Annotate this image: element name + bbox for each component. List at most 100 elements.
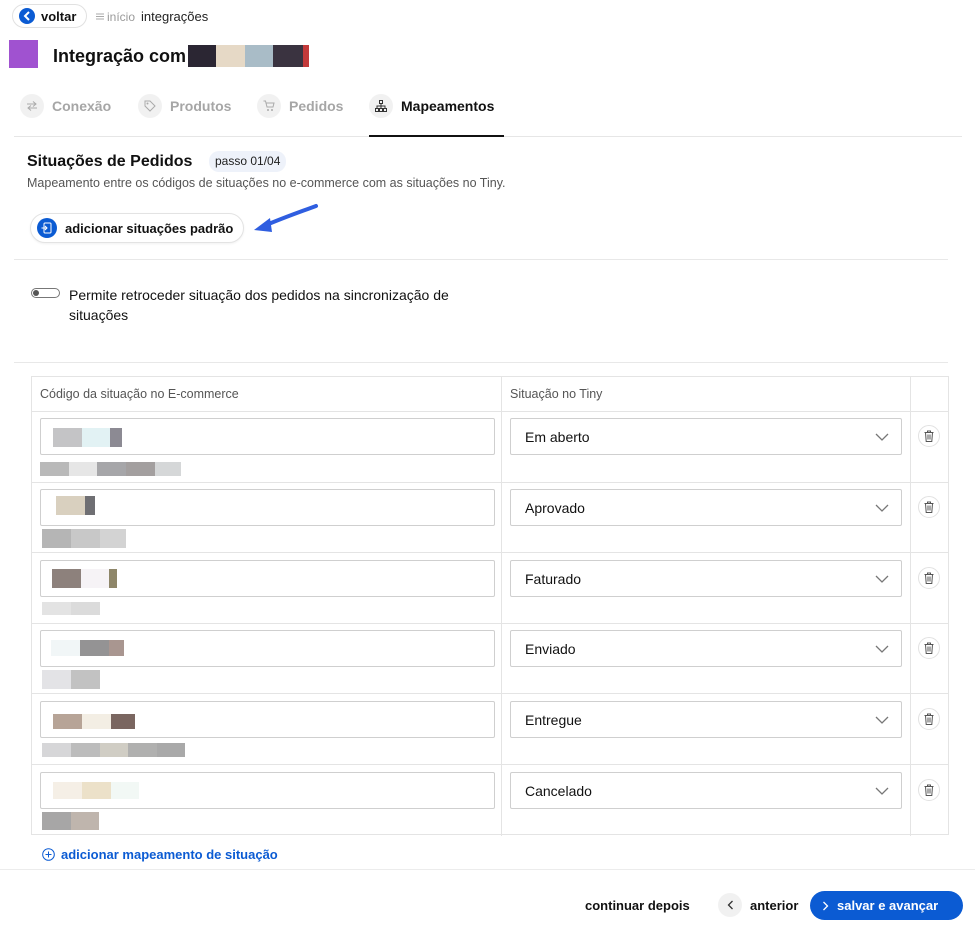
chevron-down-icon xyxy=(875,716,889,724)
chevron-down-icon xyxy=(875,645,889,653)
column-divider xyxy=(910,377,911,836)
import-icon xyxy=(37,218,57,238)
tab-pedidos[interactable]: Pedidos xyxy=(257,94,344,137)
section-title: Situações de Pedidos xyxy=(27,153,193,170)
trash-icon xyxy=(924,713,934,725)
tiny-status-select[interactable]: Enviado xyxy=(510,630,902,667)
chevron-right-icon xyxy=(823,901,829,910)
chevron-down-icon xyxy=(875,787,889,795)
trash-icon xyxy=(924,430,934,442)
tab-label: Mapeamentos xyxy=(401,98,495,114)
save-and-continue-button[interactable]: salvar e avançar xyxy=(810,891,963,920)
ecommerce-code-input[interactable] xyxy=(40,701,495,738)
tiny-status-select[interactable]: Faturado xyxy=(510,560,902,597)
redacted-code xyxy=(51,640,124,656)
redacted-code xyxy=(53,714,135,729)
retrocede-toggle-label: Permite retroceder situação dos pedidos … xyxy=(69,287,449,323)
chevron-left-icon xyxy=(19,8,35,24)
ecommerce-code-input[interactable] xyxy=(40,489,495,526)
trash-icon xyxy=(924,784,934,796)
continue-later-button[interactable]: continuar depois xyxy=(585,898,690,913)
breadcrumb-home[interactable]: início xyxy=(96,10,135,24)
row-divider xyxy=(32,764,948,765)
tiny-status-value: Cancelado xyxy=(525,782,592,799)
breadcrumb: início integrações xyxy=(96,9,208,24)
redacted-code xyxy=(53,428,122,447)
tiny-status-value: Aprovado xyxy=(525,499,585,516)
add-default-statuses-label: adicionar situações padrão xyxy=(65,220,234,236)
chevron-left-icon xyxy=(718,893,742,917)
row-divider xyxy=(32,482,948,483)
arrows-swap-icon xyxy=(20,94,44,118)
redacted-code-hint xyxy=(42,602,100,615)
column-divider xyxy=(501,377,502,836)
ecommerce-code-input[interactable] xyxy=(40,772,495,809)
previous-label: anterior xyxy=(750,897,799,913)
tiny-status-value: Em aberto xyxy=(525,428,590,445)
tiny-status-value: Entregue xyxy=(525,711,582,728)
redacted-code-hint xyxy=(40,462,181,476)
ecommerce-code-input[interactable] xyxy=(40,630,495,667)
row-divider xyxy=(32,623,948,624)
redacted-code xyxy=(52,569,117,588)
column-header-tiny: Situação no Tiny xyxy=(510,387,603,401)
redacted-code-hint xyxy=(42,670,100,689)
annotation-arrow-icon xyxy=(254,204,318,232)
ecommerce-code-input[interactable] xyxy=(40,560,495,597)
ecommerce-code-input[interactable] xyxy=(40,418,495,455)
redacted-integration-name xyxy=(188,45,309,67)
status-mapping-table: Código da situação no E-commerce Situaçã… xyxy=(31,376,949,836)
row-divider xyxy=(32,552,948,553)
plus-circle-icon xyxy=(42,848,55,861)
delete-row-button[interactable] xyxy=(918,779,940,801)
tiny-status-select[interactable]: Cancelado xyxy=(510,772,902,809)
tag-icon xyxy=(138,94,162,118)
tiny-status-select[interactable]: Aprovado xyxy=(510,489,902,526)
tab-conexao[interactable]: Conexão xyxy=(20,94,112,137)
tab-bar: Conexão Produtos Pedidos Mapeamentos xyxy=(14,88,962,137)
save-and-continue-label: salvar e avançar xyxy=(837,898,939,913)
delete-row-button[interactable] xyxy=(918,708,940,730)
cart-icon xyxy=(257,94,281,118)
tiny-status-value: Faturado xyxy=(525,570,582,587)
row-divider xyxy=(32,411,948,412)
divider xyxy=(14,259,948,260)
previous-button[interactable]: anterior xyxy=(718,892,798,918)
back-label: voltar xyxy=(41,8,77,24)
trash-icon xyxy=(924,572,934,584)
row-divider xyxy=(32,693,948,694)
chevron-down-icon xyxy=(875,575,889,583)
add-mapping-label: adicionar mapeamento de situação xyxy=(61,847,278,862)
redacted-code-hint xyxy=(42,529,126,548)
tiny-status-select[interactable]: Entregue xyxy=(510,701,902,738)
tab-produtos[interactable]: Produtos xyxy=(138,94,232,137)
redacted-code xyxy=(56,496,95,515)
sitemap-icon xyxy=(369,94,393,118)
tab-label: Pedidos xyxy=(289,98,344,114)
trash-icon xyxy=(924,642,934,654)
menu-icon xyxy=(96,13,104,20)
delete-row-button[interactable] xyxy=(918,637,940,659)
breadcrumb-home-label: início xyxy=(107,9,136,24)
delete-row-button[interactable] xyxy=(918,496,940,518)
chevron-down-icon xyxy=(875,433,889,441)
tab-mapeamentos[interactable]: Mapeamentos xyxy=(369,94,504,137)
breadcrumb-current[interactable]: integrações xyxy=(141,9,208,24)
delete-row-button[interactable] xyxy=(918,425,940,447)
delete-row-button[interactable] xyxy=(918,567,940,589)
chevron-down-icon xyxy=(875,504,889,512)
tiny-status-select[interactable]: Em aberto xyxy=(510,418,902,455)
add-mapping-link[interactable]: adicionar mapeamento de situação xyxy=(42,847,278,862)
divider xyxy=(14,362,948,363)
tab-label: Conexão xyxy=(52,98,112,114)
integration-logo xyxy=(9,40,38,68)
page-title: Integração com xyxy=(53,46,187,66)
footer-divider xyxy=(0,869,975,870)
tab-label: Produtos xyxy=(170,98,232,114)
redacted-code-hint xyxy=(42,743,185,757)
redacted-code xyxy=(53,782,139,799)
retrocede-toggle[interactable] xyxy=(31,288,60,298)
back-button[interactable]: voltar xyxy=(12,4,88,28)
section-description: Mapeamento entre os códigos de situações… xyxy=(27,176,506,190)
add-default-statuses-button[interactable]: adicionar situações padrão xyxy=(30,213,245,243)
